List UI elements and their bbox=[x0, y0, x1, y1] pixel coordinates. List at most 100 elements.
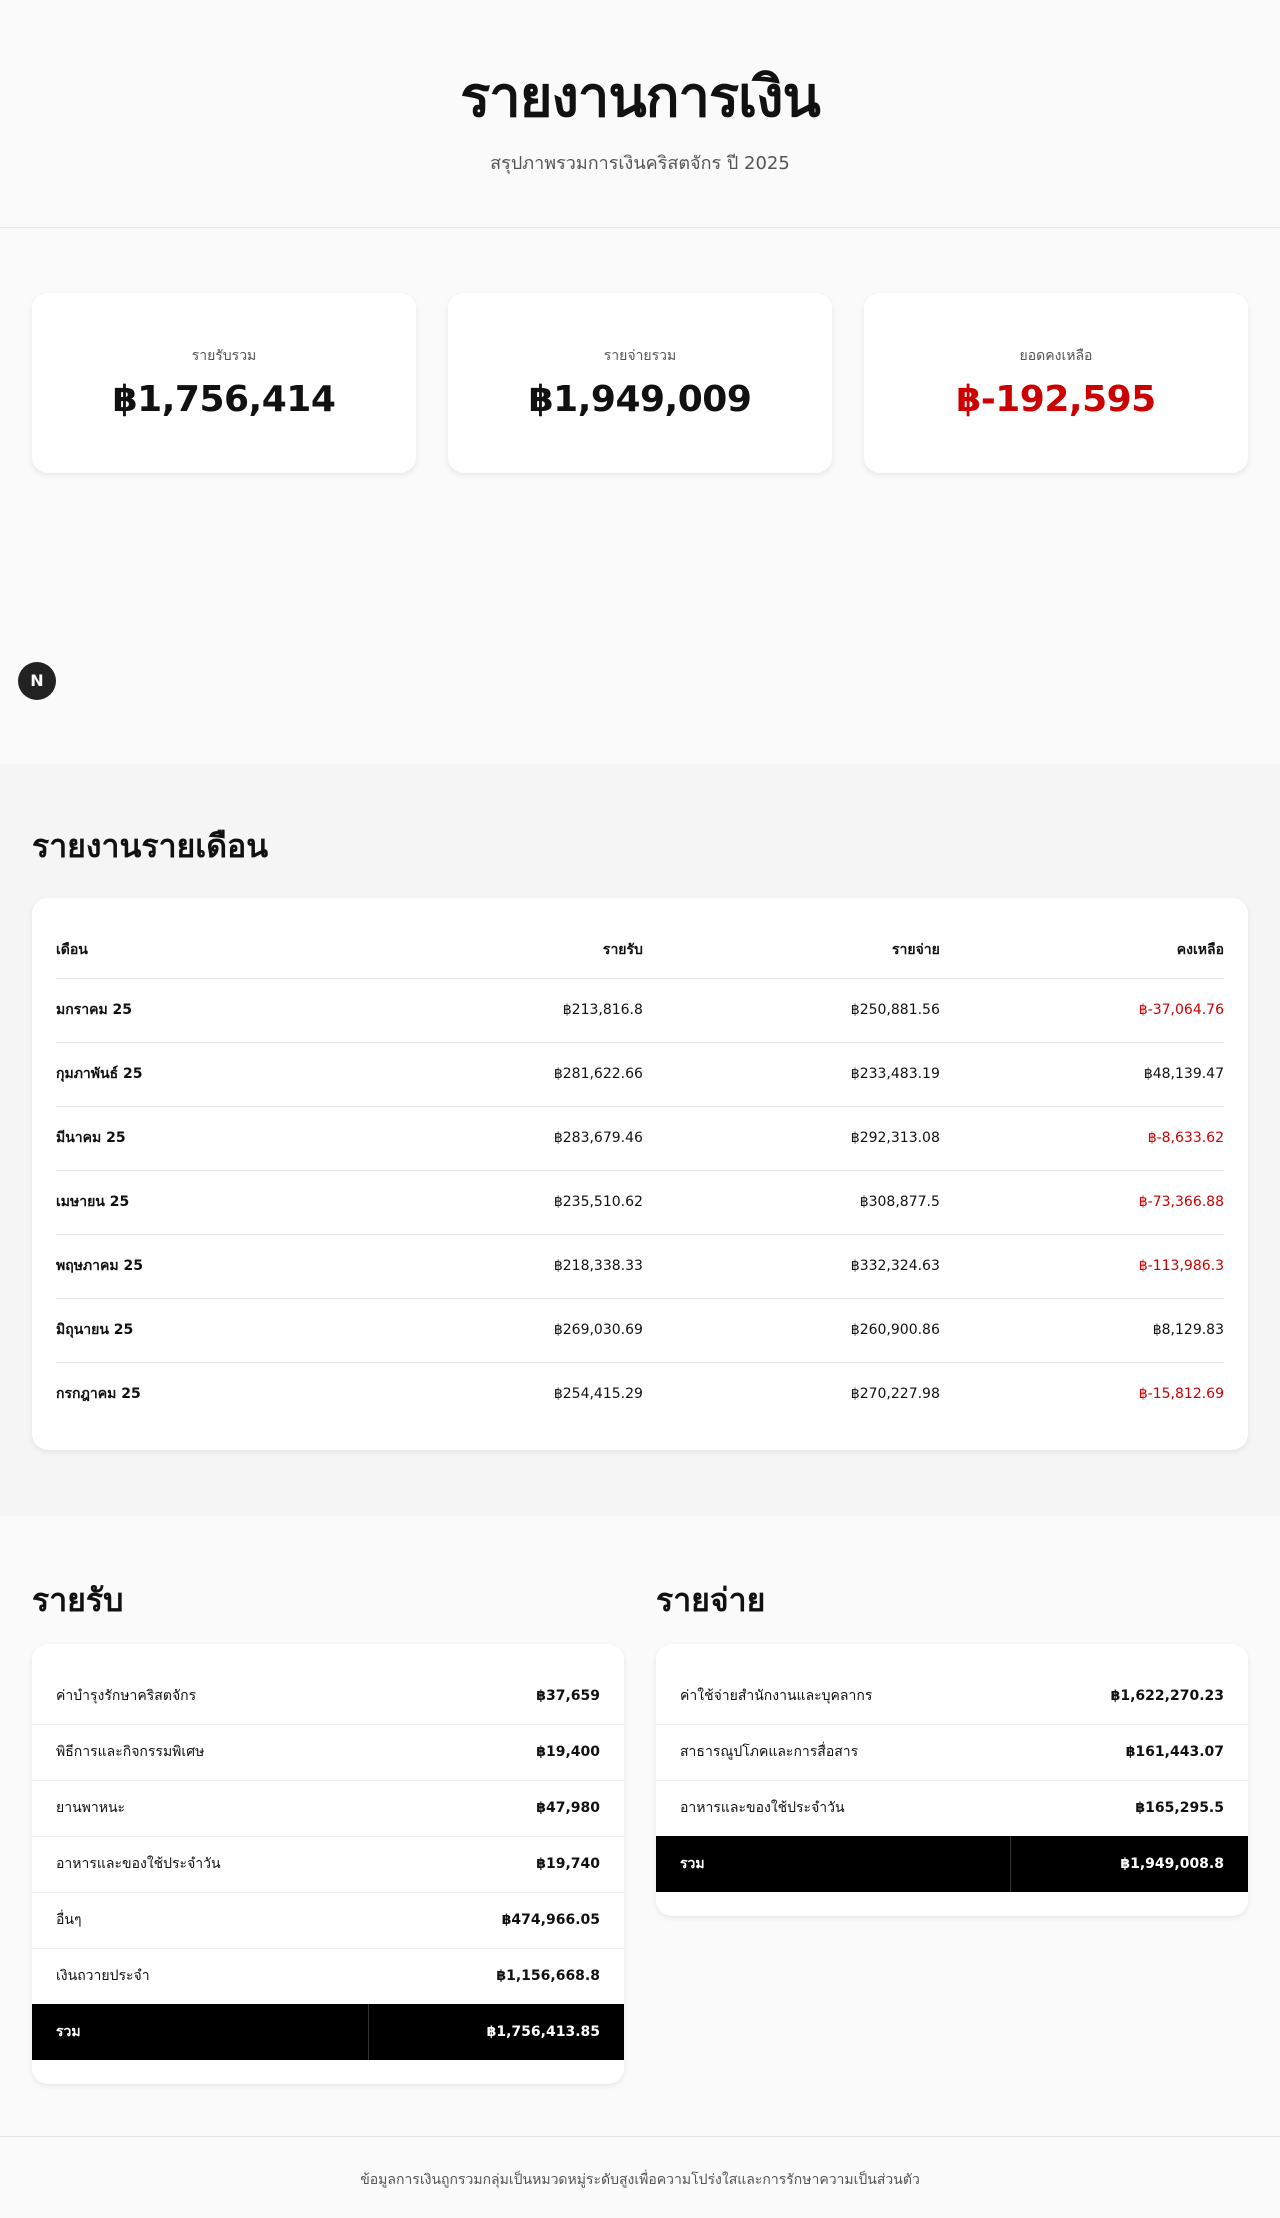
category-amount: ฿37,659 bbox=[368, 1668, 624, 1725]
expense-panel: ค่าใช้จ่ายสำนักงานและบุคลากร ฿1,622,270.2… bbox=[656, 1644, 1248, 1916]
balance-cell: ฿-37,064.76 bbox=[939, 978, 1224, 1043]
balance-card: ยอดคงเหลือ ฿-192,595 bbox=[864, 293, 1248, 473]
expense-breakdown-title: รายจ่าย bbox=[656, 1581, 766, 1619]
expense-cell: ฿270,227.98 bbox=[850, 1386, 940, 1403]
balance-cell: ฿48,139.47 bbox=[939, 1042, 1224, 1107]
expense-cell: ฿250,881.56 bbox=[642, 978, 940, 1043]
total-expense-value: ฿1,949,009 bbox=[528, 379, 752, 420]
balance-cell: ฿8,129.83 bbox=[939, 1298, 1224, 1363]
income-breakdown-title: รายรับ bbox=[32, 1581, 124, 1619]
category-label: สาธารณูปโภคและการสื่อสาร bbox=[656, 1724, 1011, 1781]
monthly-report-section: รายงานรายเดือน เดือน รายรับ รายจ่าย คงเห… bbox=[0, 764, 1280, 1516]
list-item: อื่นๆ ฿474,966.05 bbox=[32, 1892, 624, 1949]
income-cell: ฿283,679.46 bbox=[345, 1106, 643, 1171]
month-cell: พฤษภาคม 25 bbox=[56, 1234, 346, 1299]
category-label: ยานพาหนะ bbox=[32, 1780, 369, 1837]
income-cell: ฿218,338.33 bbox=[345, 1234, 643, 1299]
total-income-value: ฿1,756,414 bbox=[112, 379, 336, 420]
col-balance: คงเหลือ bbox=[939, 922, 1224, 979]
category-label: เงินถวายประจำ bbox=[56, 1968, 150, 1985]
category-label: อาหารและของใช้ประจำวัน bbox=[680, 1800, 845, 1817]
list-item: ค่าใช้จ่ายสำนักงานและบุคลากร ฿1,622,270.2… bbox=[656, 1668, 1248, 1725]
list-item: พิธีการและกิจกรรมพิเศษ ฿19,400 bbox=[32, 1724, 624, 1781]
page-header: รายงานการเงิน สรุปภาพรวมการเงินคริสตจักร… bbox=[0, 0, 1280, 228]
category-amount: ฿47,980 bbox=[368, 1780, 624, 1837]
total-amount: ฿1,949,008.8 bbox=[1010, 1836, 1248, 1892]
table-row: พฤษภาคม 25 ฿218,338.33 ฿332,324.63 ฿-113,98… bbox=[56, 1234, 1224, 1299]
monthly-table-panel: เดือน รายรับ รายจ่าย คงเหลือ มกราคม 25 ฿2… bbox=[32, 898, 1248, 1450]
category-amount: ฿19,400 bbox=[368, 1724, 624, 1781]
total-expense-label: รายจ่ายรวม bbox=[603, 348, 677, 364]
expense-cell: ฿233,483.19 bbox=[642, 1042, 940, 1107]
category-amount: ฿1,622,270.23 bbox=[1010, 1668, 1248, 1725]
income-cell: ฿281,622.66 bbox=[345, 1042, 643, 1107]
next-logo-badge[interactable]: N bbox=[18, 662, 56, 700]
expense-breakdown: รายจ่าย ค่าใช้จ่ายสำนักงานและบุคลากร ฿1,6… bbox=[656, 1580, 1248, 2136]
category-label: ค่าใช้จ่ายสำนักงานและบุคลากร bbox=[656, 1668, 1011, 1725]
expense-table: ค่าใช้จ่ายสำนักงานและบุคลากร ฿1,622,270.2… bbox=[656, 1668, 1248, 1892]
balance-cell: ฿-15,812.69 bbox=[1138, 1386, 1224, 1403]
total-label: รวม bbox=[32, 2004, 369, 2060]
list-item: ค่าบำรุงรักษาคริสตจักร ฿37,659 bbox=[32, 1668, 624, 1725]
total-row: รวม ฿1,756,413.85 bbox=[32, 2004, 624, 2060]
category-section: รายรับ ค่าบำรุงรักษาคริสตจักร ฿37,659 พิธี… bbox=[0, 1516, 1280, 2136]
expense-cell: ฿308,877.5 bbox=[642, 1170, 940, 1235]
income-cell: ฿269,030.69 bbox=[345, 1298, 643, 1363]
category-label: พิธีการและกิจกรรมพิเศษ bbox=[32, 1724, 369, 1781]
footer-note: ข้อมูลการเงินถูกรวมกลุ่มเป็นหมวดหมู่ระดั… bbox=[360, 2172, 920, 2188]
total-expense-card: รายจ่ายรวม ฿1,949,009 bbox=[448, 293, 832, 473]
list-item: เงินถวายประจำ ฿1,156,668.8 bbox=[32, 1948, 624, 2004]
expense-cell: ฿332,324.63 bbox=[642, 1234, 940, 1299]
expense-cell: ฿292,313.08 bbox=[642, 1106, 940, 1171]
income-cell: ฿213,816.8 bbox=[345, 978, 643, 1043]
table-row: เมษายน 25 ฿235,510.62 ฿308,877.5 ฿-73,366.8… bbox=[56, 1170, 1224, 1235]
table-row: กรกฎาคม 25 ฿254,415.29 ฿270,227.98 ฿-15,812… bbox=[56, 1362, 1224, 1426]
month-cell: เมษายน 25 bbox=[56, 1170, 346, 1235]
month-cell: กรกฎาคม 25 bbox=[56, 1386, 141, 1403]
category-amount: ฿165,295.5 bbox=[1135, 1800, 1224, 1817]
table-row: กุมภาพันธ์ 25 ฿281,622.66 ฿233,483.19 ฿48,1… bbox=[56, 1042, 1224, 1107]
monthly-table: เดือน รายรับ รายจ่าย คงเหลือ มกราคม 25 ฿2… bbox=[56, 922, 1224, 1426]
balance-cell: ฿-8,633.62 bbox=[939, 1106, 1224, 1171]
balance-value: ฿-192,595 bbox=[956, 379, 1156, 420]
category-amount: ฿19,740 bbox=[368, 1836, 624, 1893]
col-expense: รายจ่าย bbox=[642, 922, 940, 979]
category-label: อื่นๆ bbox=[32, 1892, 369, 1949]
page-title: รายงานการเงิน bbox=[460, 65, 821, 130]
monthly-report-title: รายงานรายเดือน bbox=[32, 827, 269, 865]
balance-cell: ฿-73,366.88 bbox=[939, 1170, 1224, 1235]
income-panel: ค่าบำรุงรักษาคริสตจักร ฿37,659 พิธีการและก… bbox=[32, 1644, 624, 2084]
table-row: มีนาคม 25 ฿283,679.46 ฿292,313.08 ฿-8,633.6… bbox=[56, 1106, 1224, 1171]
income-table: ค่าบำรุงรักษาคริสตจักร ฿37,659 พิธีการและก… bbox=[32, 1668, 624, 2060]
page-footer: ข้อมูลการเงินถูกรวมกลุ่มเป็นหมวดหมู่ระดั… bbox=[0, 2136, 1280, 2218]
category-amount: ฿161,443.07 bbox=[1010, 1724, 1248, 1781]
table-row: มิถุนายน 25 ฿269,030.69 ฿260,900.86 ฿8,129.… bbox=[56, 1298, 1224, 1363]
list-item: อาหารและของใช้ประจำวัน ฿19,740 bbox=[32, 1836, 624, 1893]
category-label: อาหารและของใช้ประจำวัน bbox=[32, 1836, 369, 1893]
col-month: เดือน bbox=[56, 922, 346, 979]
income-cell: ฿254,415.29 bbox=[553, 1386, 643, 1403]
list-item: สาธารณูปโภคและการสื่อสาร ฿161,443.07 bbox=[656, 1724, 1248, 1781]
month-cell: กุมภาพันธ์ 25 bbox=[56, 1042, 346, 1107]
list-item: อาหารและของใช้ประจำวัน ฿165,295.5 bbox=[656, 1780, 1248, 1836]
category-amount: ฿1,156,668.8 bbox=[496, 1968, 600, 1985]
total-amount: ฿1,756,413.85 bbox=[368, 2004, 624, 2060]
list-item: ยานพาหนะ ฿47,980 bbox=[32, 1780, 624, 1837]
month-cell: มีนาคม 25 bbox=[56, 1106, 346, 1171]
total-income-label: รายรับรวม bbox=[191, 348, 257, 364]
expense-cell: ฿260,900.86 bbox=[642, 1298, 940, 1363]
summary-cards: รายรับรวม ฿1,756,414 รายจ่ายรวม ฿1,949,0… bbox=[0, 228, 1280, 764]
balance-cell: ฿-113,986.3 bbox=[939, 1234, 1224, 1299]
income-breakdown: รายรับ ค่าบำรุงรักษาคริสตจักร ฿37,659 พิธี… bbox=[32, 1580, 624, 2136]
total-label: รวม bbox=[656, 1836, 1011, 1892]
table-row: มกราคม 25 ฿213,816.8 ฿250,881.56 ฿-37,064.7… bbox=[56, 978, 1224, 1043]
balance-label: ยอดคงเหลือ bbox=[1019, 348, 1093, 364]
income-cell: ฿235,510.62 bbox=[345, 1170, 643, 1235]
page-subtitle: สรุปภาพรวมการเงินคริสตจักร ปี 2025 bbox=[490, 153, 790, 174]
category-amount: ฿474,966.05 bbox=[368, 1892, 624, 1949]
month-cell: มิถุนายน 25 bbox=[56, 1298, 346, 1363]
month-cell: มกราคม 25 bbox=[56, 978, 346, 1043]
total-income-card: รายรับรวม ฿1,756,414 bbox=[32, 293, 416, 473]
category-label: ค่าบำรุงรักษาคริสตจักร bbox=[32, 1668, 369, 1725]
total-row: รวม ฿1,949,008.8 bbox=[656, 1836, 1248, 1892]
